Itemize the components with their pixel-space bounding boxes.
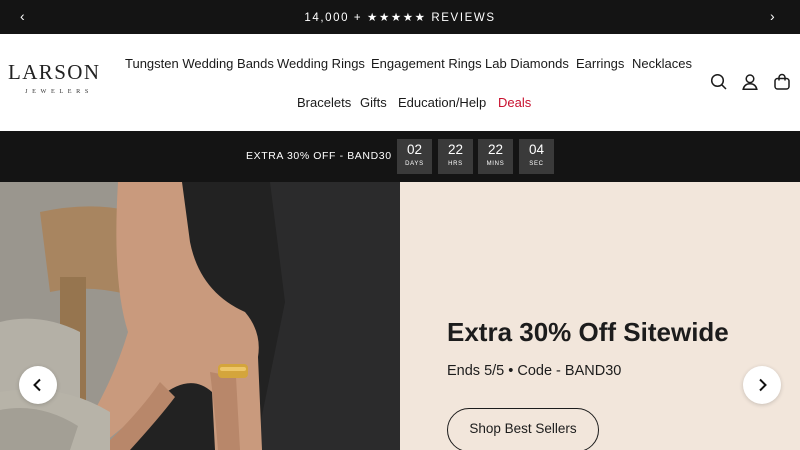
hero-subline: Ends 5/5 • Code - BAND30 bbox=[447, 363, 622, 379]
nav-item-necklaces[interactable]: Necklaces bbox=[632, 56, 692, 71]
site-header: LARSON JEWELERS Tungsten Wedding Bands W… bbox=[0, 34, 800, 131]
countdown-days-value: 02 bbox=[406, 142, 423, 157]
nav-item-engagement-rings[interactable]: Engagement Rings bbox=[371, 56, 482, 71]
hero-headline: Extra 30% Off Sitewide bbox=[447, 317, 729, 347]
hero-slideshow: Extra 30% Off Sitewide Ends 5/5 • Code -… bbox=[0, 182, 800, 450]
countdown-seconds: 04 SEC bbox=[519, 139, 554, 174]
countdown-seconds-value: 04 bbox=[528, 142, 545, 157]
hero-prev-chevron-left-icon[interactable] bbox=[19, 366, 57, 404]
countdown-days-unit: DAYS bbox=[405, 161, 424, 167]
nav-item-tungsten-wedding-bands[interactable]: Tungsten Wedding Bands bbox=[125, 56, 274, 71]
countdown-minutes-value: 22 bbox=[487, 142, 504, 157]
search-icon[interactable] bbox=[709, 72, 729, 92]
nav-item-deals[interactable]: Deals bbox=[498, 95, 531, 110]
countdown-seconds-unit: SEC bbox=[529, 161, 544, 167]
brand-name: LARSON bbox=[8, 60, 101, 84]
nav-item-lab-diamonds[interactable]: Lab Diamonds bbox=[485, 56, 569, 71]
account-icon[interactable] bbox=[740, 72, 760, 92]
announcement-text[interactable]: 14,000 + ★★★★★ REVIEWS bbox=[0, 10, 800, 24]
countdown-hours: 22 HRS bbox=[438, 139, 473, 174]
hero-next-chevron-right-icon[interactable] bbox=[743, 366, 781, 404]
nav-item-wedding-rings[interactable]: Wedding Rings bbox=[277, 56, 365, 71]
nav-item-earrings[interactable]: Earrings bbox=[576, 56, 624, 71]
promo-label: EXTRA 30% OFF - BAND30 bbox=[246, 150, 392, 162]
cart-icon[interactable] bbox=[772, 72, 792, 92]
nav-item-bracelets[interactable]: Bracelets bbox=[297, 95, 351, 110]
countdown-hours-unit: HRS bbox=[448, 161, 463, 167]
shop-best-sellers-button[interactable]: Shop Best Sellers bbox=[447, 408, 599, 450]
brand-logo[interactable]: LARSON JEWELERS bbox=[8, 61, 106, 101]
hero-photo-hand-with-ring bbox=[0, 182, 400, 450]
promo-countdown-bar: EXTRA 30% OFF - BAND30 02 DAYS 22 HRS 22… bbox=[0, 131, 800, 182]
countdown-days: 02 DAYS bbox=[397, 139, 432, 174]
announcement-bar: ‹ 14,000 + ★★★★★ REVIEWS › bbox=[0, 0, 800, 34]
countdown-hours-value: 22 bbox=[447, 142, 464, 157]
hero-promo-panel: Extra 30% Off Sitewide Ends 5/5 • Code -… bbox=[400, 182, 800, 450]
brand-tagline: JEWELERS bbox=[25, 88, 93, 95]
countdown-minutes: 22 MINS bbox=[478, 139, 513, 174]
countdown-minutes-unit: MINS bbox=[486, 161, 505, 167]
announcement-next-chevron-right-icon[interactable]: › bbox=[770, 8, 775, 24]
nav-item-education-help[interactable]: Education/Help bbox=[398, 95, 486, 110]
nav-item-gifts[interactable]: Gifts bbox=[360, 95, 387, 110]
